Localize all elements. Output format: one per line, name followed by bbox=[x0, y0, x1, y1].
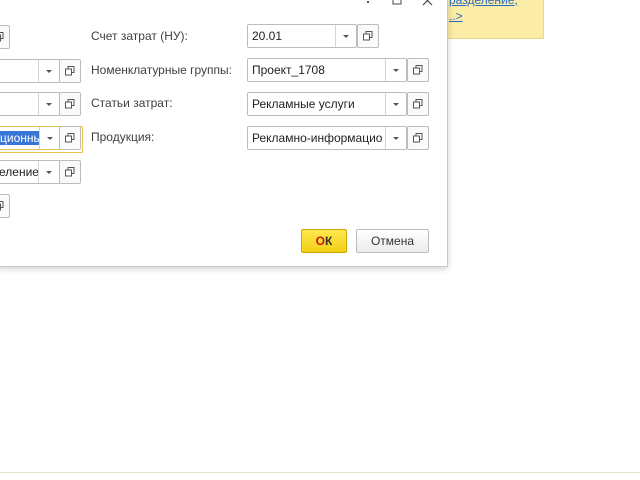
nomenclature-groups-value: Проект_1708 bbox=[252, 63, 325, 77]
products-label: Продукция: bbox=[91, 130, 155, 144]
hint-panel: разделение, ..> bbox=[438, 0, 544, 39]
ok-button[interactable]: ОК bbox=[301, 229, 347, 253]
ok-button-prefix: О bbox=[315, 234, 325, 248]
open-button-row1-left[interactable] bbox=[0, 25, 10, 49]
cost-items-label: Статьи затрат: bbox=[91, 96, 173, 110]
open-button-row4-left[interactable] bbox=[59, 126, 81, 150]
chevron-down-icon[interactable] bbox=[385, 127, 406, 149]
cancel-button[interactable]: Отмена bbox=[356, 229, 429, 253]
open-button-row3-left[interactable] bbox=[59, 92, 81, 116]
open-button-row2-left[interactable] bbox=[59, 59, 81, 83]
ok-button-suffix: К bbox=[325, 234, 333, 248]
left-field-3[interactable] bbox=[0, 92, 60, 116]
products-field[interactable]: Рекламно-информацио bbox=[247, 126, 407, 150]
cost-items-field[interactable]: Рекламные услуги bbox=[247, 92, 407, 116]
cost-account-open-button[interactable] bbox=[357, 24, 379, 48]
chevron-down-icon[interactable] bbox=[385, 59, 406, 81]
nomenclature-groups-label: Номенклатурные группы: bbox=[91, 63, 232, 77]
maximize-icon[interactable] bbox=[391, 0, 403, 6]
left-field-3-value bbox=[0, 93, 38, 115]
cost-account-value: 20.01 bbox=[252, 29, 283, 43]
left-field-2[interactable] bbox=[0, 59, 60, 83]
bottom-divider bbox=[0, 472, 640, 473]
close-icon[interactable] bbox=[422, 0, 434, 6]
chevron-down-icon[interactable] bbox=[38, 161, 59, 183]
cost-account-label: Счет затрат (НУ): bbox=[91, 29, 188, 43]
left-field-5[interactable]: еление bbox=[0, 160, 60, 184]
chevron-down-icon[interactable] bbox=[39, 127, 60, 149]
cost-items-value: Рекламные услуги bbox=[252, 97, 355, 111]
chevron-down-icon[interactable] bbox=[38, 93, 59, 115]
more-vertical-icon[interactable] bbox=[361, 0, 375, 8]
chevron-down-icon[interactable] bbox=[38, 60, 59, 82]
open-button-row6-left[interactable] bbox=[0, 194, 10, 218]
chevron-down-icon[interactable] bbox=[385, 93, 406, 115]
nomenclature-groups-field[interactable]: Проект_1708 bbox=[247, 58, 407, 82]
chevron-down-icon[interactable] bbox=[335, 25, 356, 47]
cost-items-open-button[interactable] bbox=[407, 92, 429, 116]
products-open-button[interactable] bbox=[407, 126, 429, 150]
nomenclature-groups-open-button[interactable] bbox=[407, 58, 429, 82]
hint-link-more[interactable]: ..> bbox=[449, 7, 543, 25]
left-field-4[interactable]: ционны bbox=[0, 126, 60, 150]
cost-account-field[interactable]: 20.01 bbox=[247, 24, 357, 48]
left-field-5-value: еление bbox=[0, 165, 38, 179]
products-value: Рекламно-информацио bbox=[252, 131, 383, 145]
left-field-4-value: ционны bbox=[0, 131, 39, 145]
open-button-row5-left[interactable] bbox=[59, 160, 81, 184]
left-field-2-value bbox=[0, 60, 38, 82]
